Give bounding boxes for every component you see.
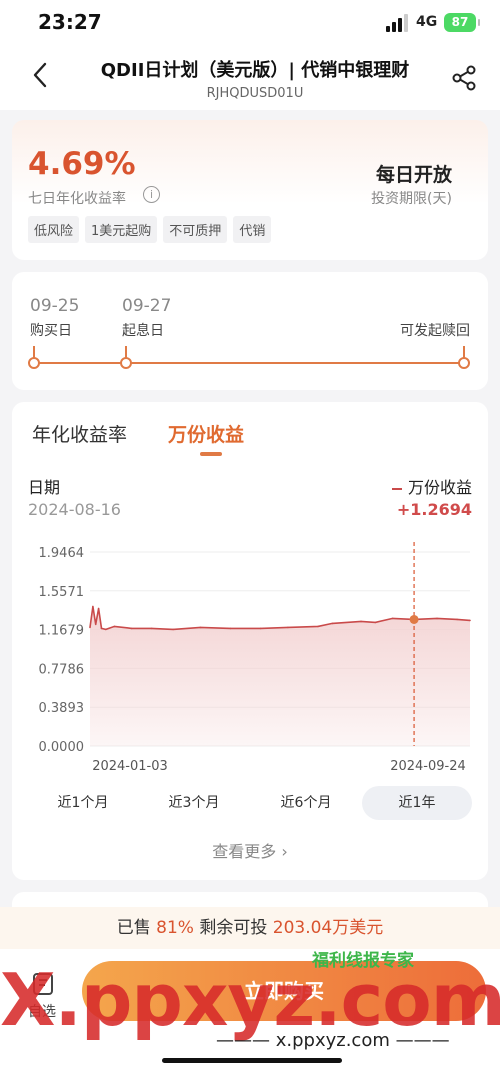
navigation-bar: QDII日计划（美元版）| 代销中银理财 RJHQDUSD01U [0, 46, 500, 110]
data-point [469, 619, 471, 622]
data-point [92, 605, 94, 608]
data-point [94, 623, 97, 626]
watermark-footer: ——— x.ppxyz.com ——— [216, 1030, 450, 1051]
sold-prefix: 已售 [116, 918, 151, 938]
y-tick-label: 1.9464 [39, 546, 85, 561]
summary-card: 4.69% 七日年化收益率 i 每日开放 投资期限(天) 低风险 1美元起购 不… [12, 120, 488, 260]
data-point [374, 621, 377, 624]
rate-label: 七日年化收益率 [28, 191, 126, 207]
buy-date: 09-25 [30, 296, 80, 316]
period-label: 投资期限(天) [371, 191, 452, 207]
timeline-line [34, 362, 464, 364]
data-point [391, 617, 394, 620]
view-more-label: 查看更多 [212, 842, 277, 861]
date-value: 2024-08-16 [28, 500, 121, 519]
tab-per-10k-income[interactable]: 万份收益 [168, 420, 244, 447]
remaining-amount: 203.04万美元 [272, 918, 384, 938]
timeline-dot [28, 357, 40, 369]
battery-icon: 87 [444, 13, 480, 32]
data-point [287, 626, 289, 629]
redeem-label: 可发起赎回 [400, 323, 470, 339]
view-more-link[interactable]: 查看更多 › [12, 838, 488, 862]
tag-no-pledge: 不可质押 [163, 216, 228, 243]
interest-date: 09-27 [122, 296, 172, 316]
range-3m[interactable]: 近3个月 [138, 786, 250, 820]
data-point [89, 626, 91, 629]
tab-annualized-rate[interactable]: 年化收益率 [32, 420, 127, 447]
range-1y[interactable]: 近1年 [362, 786, 472, 820]
data-point [150, 627, 153, 630]
seven-day-rate: 4.69% [28, 146, 136, 182]
tag-agency: 代销 [233, 216, 272, 243]
status-time: 23:27 [38, 10, 102, 34]
data-point [113, 625, 116, 628]
share-icon[interactable] [450, 64, 478, 92]
data-point [100, 627, 103, 630]
buy-date-label: 购买日 [30, 323, 72, 339]
legend-label: 万份收益 [392, 474, 472, 498]
data-point [360, 620, 362, 623]
tag-list: 低风险 1美元起购 不可质押 代销 [28, 216, 272, 243]
range-1m[interactable]: 近1个月 [28, 786, 138, 820]
range-selector: 近1个月 近3个月 近6个月 近1年 [12, 782, 488, 822]
status-bar: 23:27 4G 87 [0, 0, 500, 46]
data-point [130, 627, 133, 630]
data-point [172, 628, 174, 631]
x-tick-label: 2024-09-24 [390, 759, 466, 774]
y-tick-label: 0.0000 [39, 740, 85, 755]
sold-bar: 已售 81% 剩余可投 203.04万美元 [0, 907, 500, 949]
page-title: QDII日计划（美元版）| 代销中银理财 [100, 60, 410, 81]
product-code: RJHQDUSD01U [206, 86, 304, 101]
highlight-point [409, 614, 419, 624]
back-arrow-icon[interactable] [26, 60, 56, 90]
interest-date-label: 起息日 [122, 323, 164, 339]
date-label: 日期 [28, 478, 61, 497]
period-value: 每日开放 [375, 164, 452, 186]
watermark-footer-text: x.ppxyz.com [275, 1030, 390, 1051]
data-point [199, 626, 202, 629]
range-6m[interactable]: 近6个月 [250, 786, 362, 820]
network-type: 4G [416, 14, 438, 30]
x-tick-label: 2024-01-03 [92, 759, 168, 774]
active-tab-indicator [200, 452, 222, 456]
remaining-label: 剩余可投 [199, 918, 268, 938]
data-point [97, 607, 100, 610]
timeline-dot [120, 357, 132, 369]
home-indicator [162, 1058, 342, 1063]
timeline-dot [458, 357, 470, 369]
tag-min-purchase: 1美元起购 [85, 216, 158, 243]
y-tick-label: 1.1679 [39, 624, 85, 639]
data-point [331, 622, 334, 625]
data-point [229, 627, 232, 630]
info-icon[interactable]: i [143, 186, 160, 203]
tag-risk: 低风险 [28, 216, 80, 243]
y-tick-label: 0.7786 [39, 662, 85, 677]
readout-value: +1.2694 [396, 500, 472, 519]
timeline-card: 09-25 购买日 09-27 起息日 可发起赎回 [12, 272, 488, 390]
chevron-right-icon: › [281, 842, 288, 861]
data-point [456, 618, 458, 621]
data-point [104, 628, 107, 631]
signal-icon [386, 14, 410, 32]
y-tick-label: 0.3893 [39, 701, 85, 716]
yield-chart-card: 年化收益率 万份收益 日期 2024-08-16 万份收益 +1.2694 1.… [12, 402, 488, 880]
y-tick-label: 1.5571 [39, 585, 85, 600]
watermark-badge: 福利线报专家 [312, 951, 414, 971]
data-point [317, 625, 319, 628]
sold-percent: 81% [156, 918, 194, 938]
income-chart[interactable]: 1.9464 1.5571 1.1679 0.7786 0.3893 0.0000 2024… [12, 542, 488, 782]
data-point [259, 627, 262, 630]
data-point [436, 617, 438, 620]
